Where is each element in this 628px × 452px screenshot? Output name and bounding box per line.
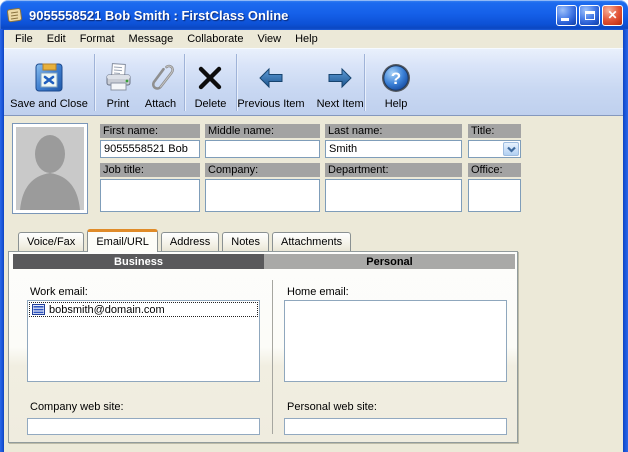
toolbar-group-help: ? Help	[365, 49, 427, 115]
avatar-silhouette-icon	[16, 127, 84, 210]
last-name-label: Last name:	[325, 124, 462, 138]
window-title: 9055558521 Bob Smith : FirstClass Online	[29, 8, 554, 23]
menu-view[interactable]: View	[250, 31, 288, 47]
last-name-input[interactable]	[325, 140, 462, 158]
save-and-close-label: Save and Close	[10, 98, 88, 111]
attach-label: Attach	[145, 98, 176, 111]
field-department: Department:	[325, 163, 462, 213]
home-email-listbox[interactable]	[284, 300, 507, 382]
company-web-label: Company web site:	[30, 401, 124, 413]
contact-photo[interactable]	[12, 123, 88, 214]
first-name-input[interactable]	[100, 140, 200, 158]
titlebar[interactable]: 9055558521 Bob Smith : FirstClass Online…	[0, 0, 628, 30]
next-item-label: Next Item	[317, 98, 364, 111]
title-label: Title:	[468, 124, 521, 138]
business-section-header: Business	[13, 254, 264, 269]
title-dropdown[interactable]	[468, 140, 521, 158]
print-label: Print	[107, 98, 130, 111]
tab-notes[interactable]: Notes	[222, 232, 269, 251]
toolbar: Save and Close Prin	[4, 48, 623, 116]
toolbar-group-delete: Delete	[185, 49, 236, 115]
menu-edit[interactable]: Edit	[40, 31, 73, 47]
field-job-title: Job title:	[100, 163, 200, 213]
home-email-label: Home email:	[287, 286, 349, 298]
field-first-name: First name:	[100, 124, 200, 154]
toolbar-group-save: Save and Close	[4, 49, 94, 115]
minimize-button[interactable]	[556, 5, 577, 26]
office-label: Office:	[468, 163, 521, 177]
close-button[interactable]: ✕	[602, 5, 623, 26]
company-input[interactable]	[205, 179, 320, 212]
tab-email-url[interactable]: Email/URL	[87, 229, 158, 252]
personal-web-input[interactable]	[284, 418, 507, 435]
print-button[interactable]: Print	[97, 54, 139, 115]
work-email-value: bobsmith@domain.com	[49, 304, 165, 316]
menu-file[interactable]: File	[8, 31, 40, 47]
section-header-bar: Business Personal	[13, 254, 515, 269]
menubar: File Edit Format Message Collaborate Vie…	[4, 30, 623, 48]
work-email-item[interactable]: bobsmith@domain.com	[29, 302, 258, 317]
minimize-icon	[561, 18, 569, 21]
maximize-button[interactable]	[579, 5, 600, 26]
save-and-close-button[interactable]: Save and Close	[4, 54, 94, 115]
middle-name-input[interactable]	[205, 140, 320, 158]
personal-section-header: Personal	[264, 254, 515, 269]
field-office: Office:	[468, 163, 521, 213]
delete-label: Delete	[195, 98, 227, 111]
help-label: Help	[385, 98, 408, 111]
window-border-right	[623, 29, 628, 452]
toolbar-group-nav: Previous Item Next Item	[237, 49, 364, 115]
close-icon: ✕	[607, 9, 617, 21]
delete-icon	[196, 58, 224, 98]
toolbar-group-print-attach: Print Attach	[95, 49, 184, 115]
menu-help[interactable]: Help	[288, 31, 325, 47]
tab-attachments[interactable]: Attachments	[272, 232, 351, 251]
field-middle-name: Middle name:	[205, 124, 320, 154]
print-icon	[103, 58, 133, 98]
tab-voice-fax[interactable]: Voice/Fax	[18, 232, 84, 251]
menu-format[interactable]: Format	[73, 31, 122, 47]
previous-item-icon	[257, 58, 285, 98]
title-dropdown-button[interactable]	[503, 142, 519, 156]
attach-button[interactable]: Attach	[139, 54, 182, 115]
delete-button[interactable]: Delete	[189, 54, 233, 115]
maximize-icon	[585, 11, 595, 20]
personal-web-label: Personal web site:	[287, 401, 377, 413]
department-input[interactable]	[325, 179, 462, 212]
middle-name-label: Middle name:	[205, 124, 320, 138]
tab-address[interactable]: Address	[161, 232, 219, 251]
next-item-icon	[326, 58, 354, 98]
save-and-close-icon	[33, 58, 65, 98]
chevron-down-icon	[506, 145, 517, 154]
window-icon[interactable]	[7, 7, 24, 23]
company-web-input[interactable]	[27, 418, 260, 435]
work-email-listbox[interactable]: bobsmith@domain.com	[27, 300, 260, 382]
tab-strip: Voice/Fax Email/URL Address Notes Attach…	[4, 228, 623, 251]
column-divider	[272, 280, 273, 434]
menu-collaborate[interactable]: Collaborate	[180, 31, 250, 47]
job-title-input[interactable]	[100, 179, 200, 212]
job-title-label: Job title:	[100, 163, 200, 177]
previous-item-label: Previous Item	[237, 98, 304, 111]
work-email-label: Work email:	[30, 286, 88, 298]
next-item-button[interactable]: Next Item	[311, 54, 370, 115]
svg-text:?: ?	[391, 69, 401, 88]
email-url-panel: Business Personal Work email: bobsmith@d…	[8, 251, 518, 443]
help-icon: ?	[380, 58, 412, 98]
help-button[interactable]: ? Help	[374, 54, 418, 115]
first-name-label: First name:	[100, 124, 200, 138]
field-last-name: Last name:	[325, 124, 462, 154]
attach-icon	[146, 58, 176, 98]
field-title: Title:	[468, 124, 521, 154]
field-company: Company:	[205, 163, 320, 213]
previous-item-button[interactable]: Previous Item	[231, 54, 310, 115]
email-address-icon	[32, 304, 45, 315]
department-label: Department:	[325, 163, 462, 177]
screen: 9055558521 Bob Smith : FirstClass Online…	[0, 0, 628, 452]
company-label: Company:	[205, 163, 320, 177]
menu-message[interactable]: Message	[122, 31, 181, 47]
contact-header-form: First name: Middle name: Last name: Titl…	[4, 117, 623, 228]
office-input[interactable]	[468, 179, 521, 212]
